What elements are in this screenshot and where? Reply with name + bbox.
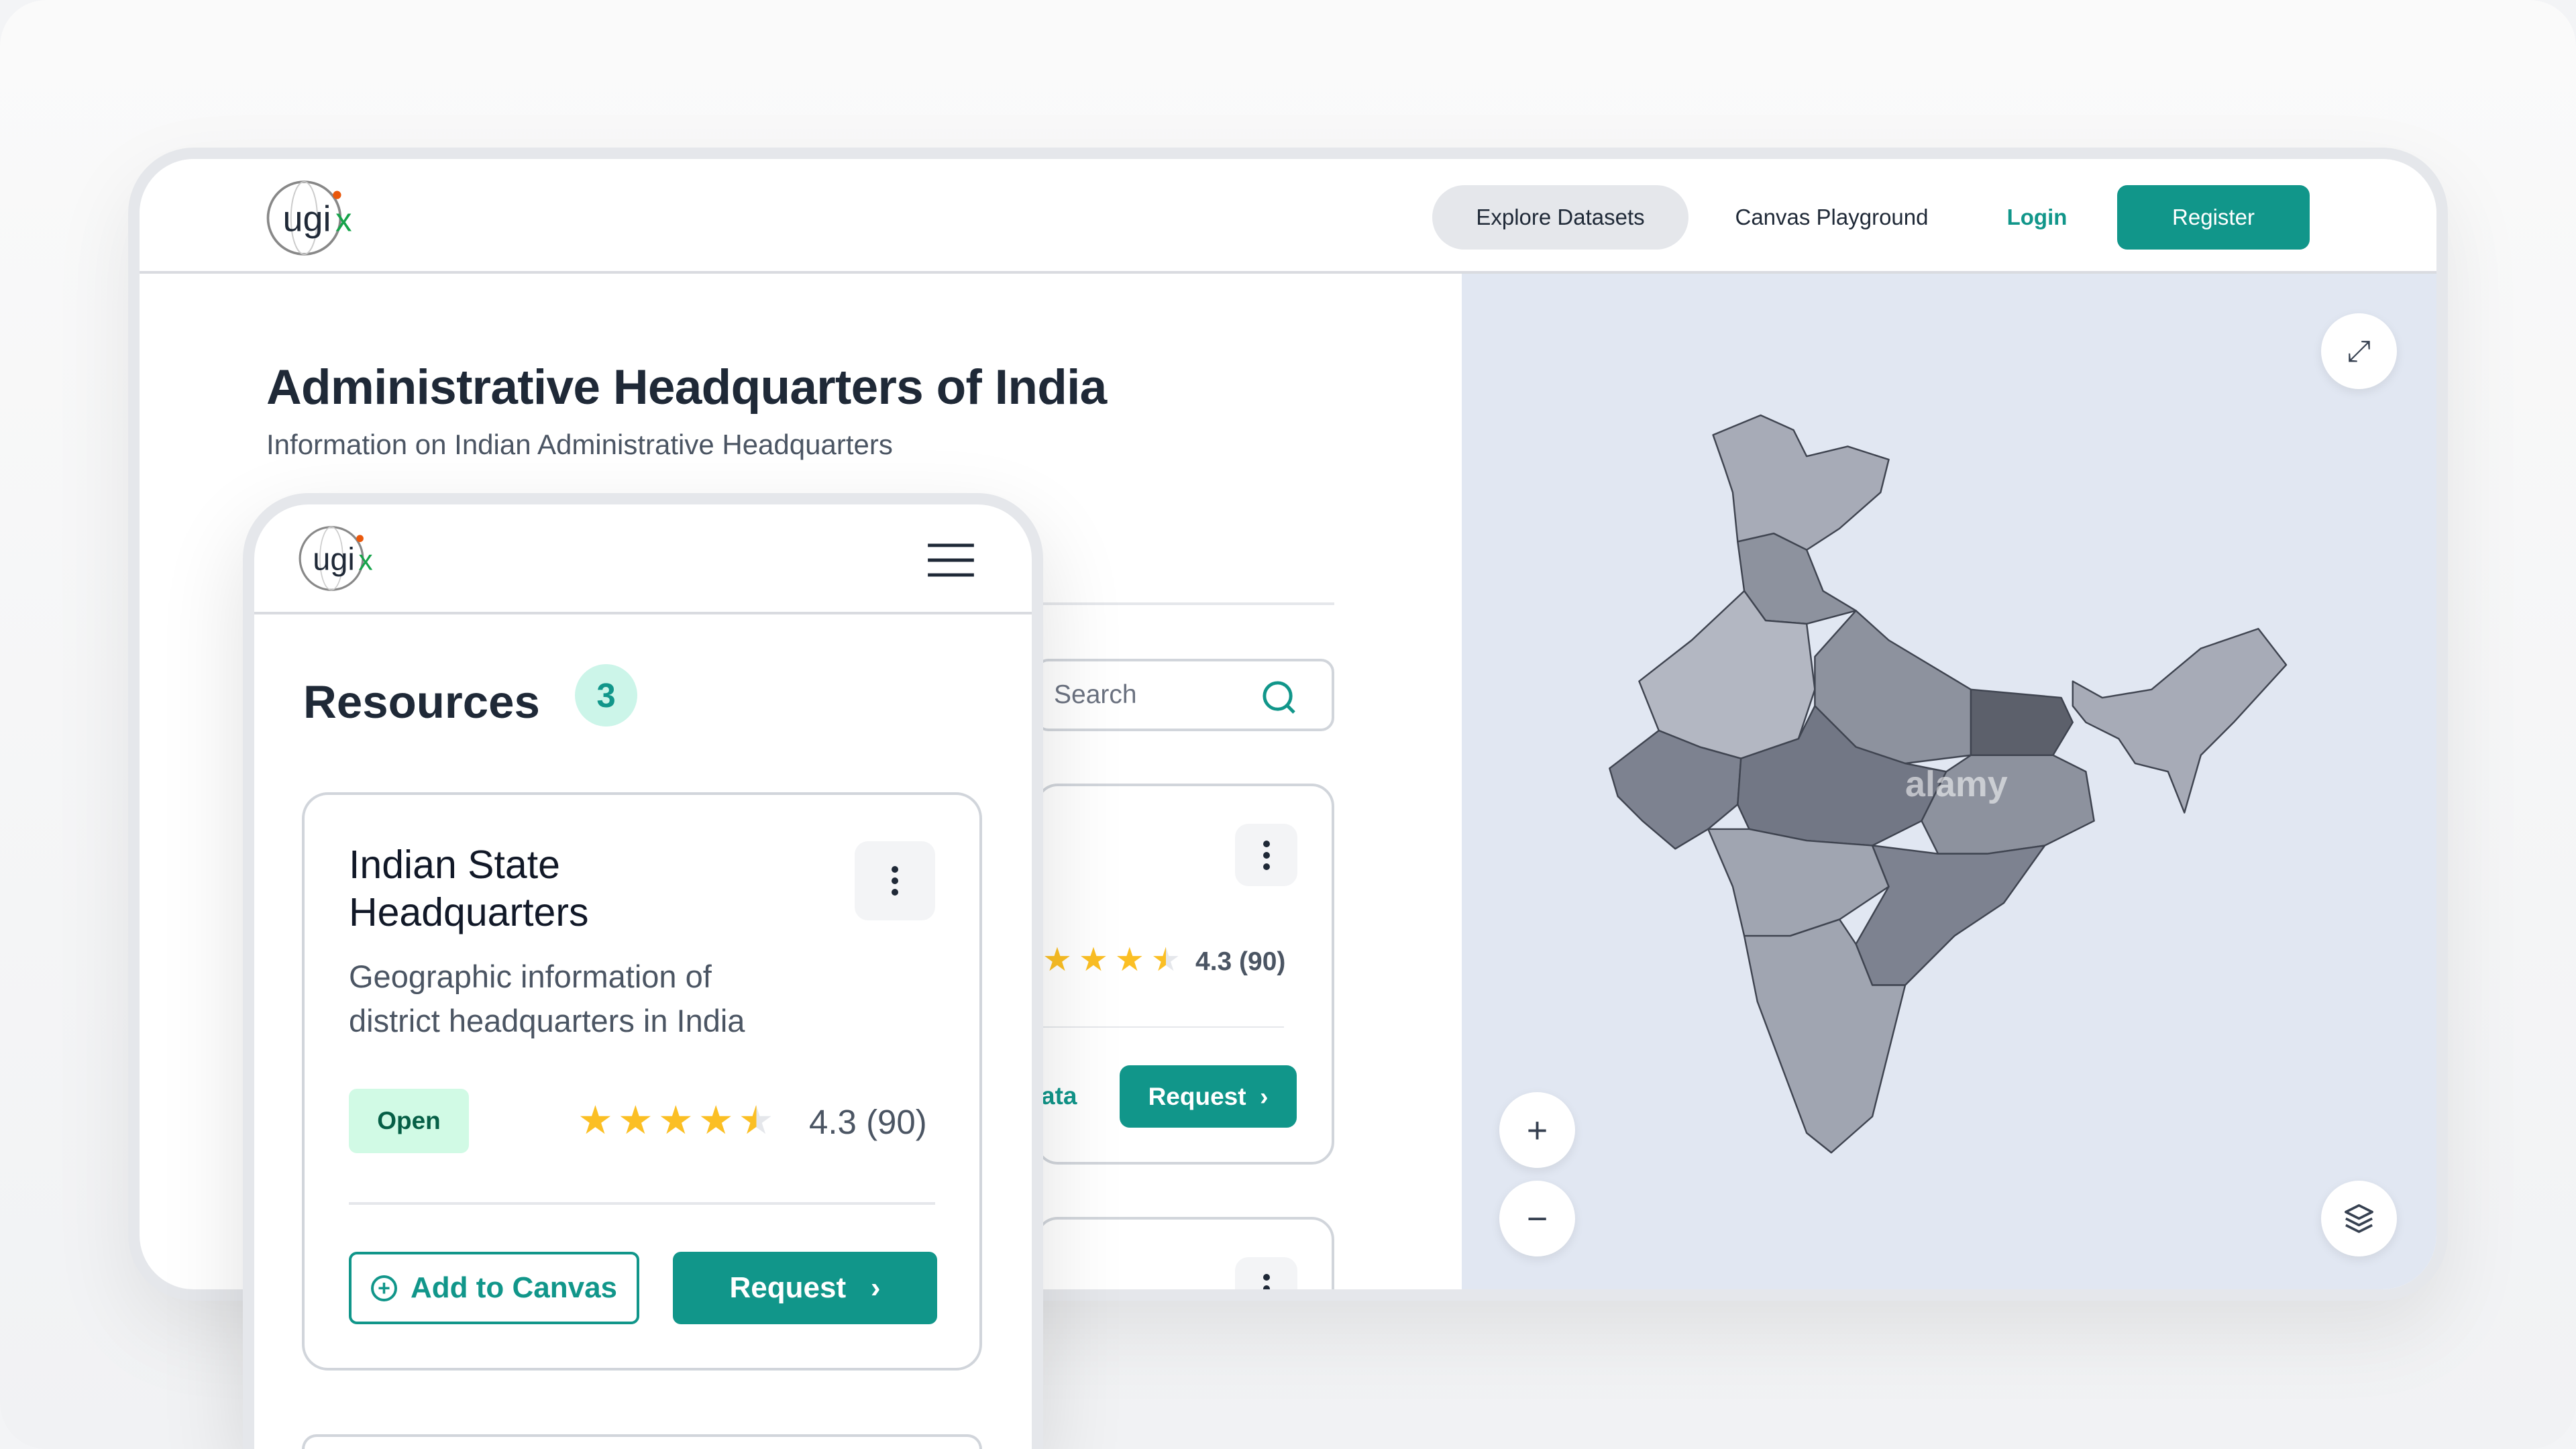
register-button[interactable]: Register [2117, 185, 2310, 250]
map-panel[interactable]: alamy ⤢ + − [1462, 274, 2447, 1301]
rating-text: 4.3 (90) [809, 1103, 927, 1141]
chevron-right-icon: › [1260, 1082, 1269, 1110]
plus-circle-icon: + [370, 1275, 397, 1301]
divider [349, 1202, 935, 1205]
nav-canvas-playground[interactable]: Canvas Playground [1717, 185, 1947, 250]
card-link[interactable]: ata [1041, 1082, 1077, 1110]
rating-text: 4.3 (90) [1195, 947, 1286, 976]
request-label: Request [1148, 1082, 1246, 1110]
page-title: Administrative Headquarters of India [266, 360, 1107, 415]
mobile-header: ugi x [254, 504, 1032, 614]
nav-explore-datasets[interactable]: Explore Datasets [1432, 185, 1688, 250]
resources-count-badge: 3 [575, 664, 637, 727]
watermark: alamy [1905, 764, 2008, 804]
search-icon[interactable] [1261, 680, 1297, 716]
map-region-northeast [2072, 628, 2288, 814]
resource-description: Geographic information of district headqu… [349, 959, 745, 1038]
request-label: Request [729, 1271, 847, 1304]
resource-card[interactable] [302, 1434, 982, 1449]
mobile-frame: ugi x Resources 3 Indian State Headquarter… [243, 493, 1043, 1449]
expand-icon: ⤢ [2347, 334, 2371, 368]
search-placeholder: Search [1054, 680, 1137, 709]
dataset-card [1035, 1217, 1334, 1289]
divider [1038, 1026, 1284, 1028]
layers-icon [2345, 1204, 2373, 1233]
ugix-logo[interactable]: ugi x [299, 524, 387, 593]
site-header: ugi x Explore Datasets Canvas Playground … [140, 159, 2436, 274]
divider [1035, 602, 1334, 605]
svg-text:ugi: ugi [283, 199, 331, 239]
hamburger-menu-icon[interactable] [928, 542, 974, 578]
map-region-north [1712, 414, 1890, 551]
more-options-button[interactable] [855, 841, 935, 920]
map-region-bihar [1970, 688, 2074, 756]
rating-stars: ★ ★ ★ ★ ★ [578, 1098, 774, 1142]
fullscreen-button[interactable]: ⤢ [2321, 313, 2397, 389]
resources-title: Resources [303, 676, 540, 728]
ugix-logo[interactable]: ugi x [266, 178, 368, 258]
svg-text:x: x [358, 545, 372, 577]
add-to-canvas-label: Add to Canvas [410, 1271, 618, 1304]
request-button[interactable]: Request › [1120, 1065, 1297, 1128]
access-badge: Open [349, 1089, 469, 1153]
dataset-card: ★ ★ ★ ★ 4.3 (90) ata Request › [1035, 784, 1334, 1165]
more-options-button[interactable] [1235, 1257, 1297, 1289]
india-map[interactable]: alamy [1462, 274, 2447, 1301]
search-input[interactable]: Search [1035, 659, 1334, 731]
map-region-maharashtra [1707, 828, 1890, 937]
resource-card[interactable]: Indian State Headquarters Geographic info… [302, 792, 982, 1371]
zoom-out-button[interactable]: − [1499, 1181, 1575, 1256]
screenshot-stage: ugi x Explore Datasets Canvas Playground … [0, 0, 2576, 1449]
svg-text:ugi: ugi [313, 542, 354, 577]
svg-text:x: x [335, 203, 352, 239]
resource-title: Indian State Headquarters [349, 843, 589, 934]
map-region-andhra [1855, 845, 2046, 986]
add-to-canvas-button[interactable]: + Add to Canvas [349, 1252, 639, 1324]
page-subtitle: Information on Indian Administrative Hea… [266, 429, 893, 460]
request-button[interactable]: Request › [673, 1252, 937, 1324]
zoom-in-button[interactable]: + [1499, 1092, 1575, 1168]
layers-button[interactable] [2321, 1181, 2397, 1256]
rating-stars: ★ ★ ★ ★ [1042, 942, 1181, 978]
more-options-button[interactable] [1235, 824, 1297, 886]
chevron-right-icon: › [870, 1271, 881, 1304]
nav-login[interactable]: Login [1988, 185, 2086, 250]
